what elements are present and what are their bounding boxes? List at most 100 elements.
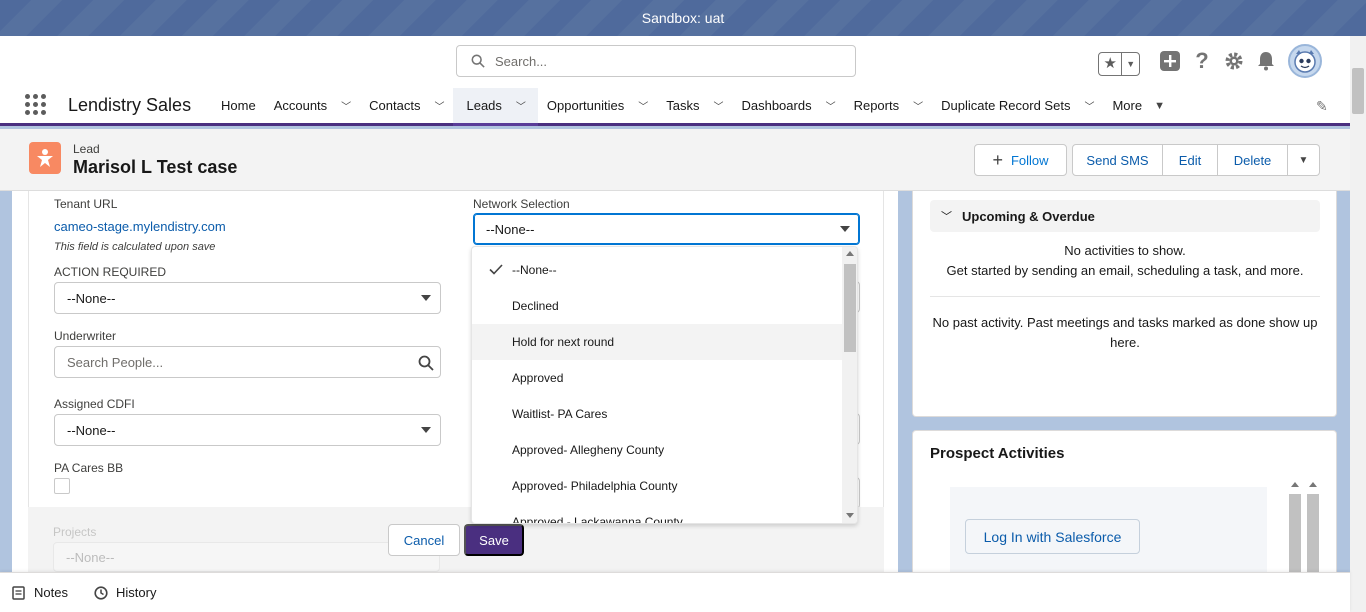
save-button[interactable]: Save — [464, 524, 524, 556]
record-actions: + Follow Send SMS Edit Delete ▼ — [974, 144, 1320, 176]
nav-item-dashboards[interactable]: Dashboards ﹀ — [732, 88, 844, 123]
chevron-down-icon[interactable]: ﹀ — [341, 98, 351, 113]
bell-icon[interactable] — [1250, 44, 1282, 78]
caret-down-icon — [421, 427, 431, 433]
underwriter-lookup[interactable] — [54, 346, 441, 378]
add-icon[interactable] — [1154, 44, 1186, 78]
follow-button[interactable]: + Follow — [974, 144, 1067, 176]
action-required-select[interactable]: --None-- — [54, 282, 441, 314]
scroll-down-icon[interactable] — [846, 513, 854, 518]
chevron-down-icon[interactable]: ﹀ — [913, 98, 923, 113]
nav-item-more[interactable]: More ▼ — [1103, 88, 1174, 123]
network-selection-select[interactable]: --None-- — [473, 213, 860, 245]
frame-scrollbar-thumb[interactable] — [1307, 494, 1319, 584]
favorites-group[interactable]: ★ ▼ — [1098, 51, 1140, 76]
cancel-button[interactable]: Cancel — [388, 524, 460, 556]
edit-button[interactable]: Edit — [1163, 144, 1218, 176]
prospect-activities-title: Prospect Activities — [930, 445, 1065, 462]
projects-select[interactable]: --None-- — [53, 542, 440, 572]
caret-down-icon[interactable]: ▼ — [1154, 100, 1165, 112]
chevron-down-icon[interactable]: ﹀ — [1084, 98, 1094, 113]
chevron-down-icon[interactable]: ﹀ — [826, 98, 836, 113]
nav-item-opportunities[interactable]: Opportunities ﹀ — [538, 88, 657, 123]
lead-icon — [29, 142, 61, 174]
nav-item-label: More — [1112, 98, 1143, 113]
utility-notes[interactable]: Notes — [12, 585, 68, 600]
network-selection-listbox[interactable]: --None-- Declined Hold for next round Ap… — [471, 246, 858, 524]
global-header: ★ ▼ ? — [0, 36, 1350, 88]
nav-item-label: Reports — [853, 98, 900, 113]
clock-icon — [94, 585, 108, 600]
dropdown-scrollbar[interactable] — [842, 247, 857, 523]
notes-icon — [12, 585, 25, 600]
more-actions-button[interactable]: ▼ — [1288, 144, 1320, 176]
help-icon[interactable]: ? — [1186, 44, 1218, 78]
dropdown-option[interactable]: --None-- — [472, 252, 842, 288]
upcoming-overdue-title: Upcoming & Overdue — [962, 208, 1095, 224]
nav-item-label: Leads — [466, 98, 502, 113]
frame-scrollbar[interactable] — [1307, 478, 1319, 584]
chevron-down-icon[interactable]: ﹀ — [434, 98, 444, 113]
nav-item-accounts[interactable]: Accounts ﹀ — [265, 88, 360, 123]
nav-item-label: Contacts — [369, 98, 421, 113]
dropdown-option[interactable]: Hold for next round — [472, 324, 842, 360]
assigned-cdfi-select[interactable]: --None-- — [54, 414, 441, 446]
nav-item-tasks[interactable]: Tasks ﹀ — [657, 88, 732, 123]
search-icon — [471, 54, 485, 68]
send-sms-button[interactable]: Send SMS — [1072, 144, 1163, 176]
search-input[interactable] — [495, 53, 835, 69]
app-name: Lendistry Sales — [68, 95, 192, 115]
dropdown-option[interactable]: Approved- Philadelphia County — [472, 468, 842, 504]
login-with-salesforce-button[interactable]: Log In with Salesforce — [965, 519, 1140, 554]
scroll-up-icon[interactable] — [846, 251, 854, 256]
dropdown-option[interactable]: Approved- Allegheny County — [472, 432, 842, 468]
chevron-down-icon[interactable]: ﹀ — [638, 98, 648, 113]
network-selection-label: Network Selection — [473, 197, 570, 211]
chevron-down-icon[interactable]: ﹀ — [713, 98, 723, 113]
chevron-down-icon[interactable]: ﹀ — [516, 98, 526, 113]
dropdown-option[interactable]: Approved — [472, 360, 842, 396]
chevron-down-icon[interactable]: ▼ — [1122, 59, 1139, 69]
nav-item-home[interactable]: Home — [212, 88, 265, 123]
dropdown-option[interactable]: Approved - Lackawanna County — [472, 504, 842, 524]
star-icon[interactable]: ★ — [1099, 52, 1123, 75]
chevron-down-icon[interactable]: ﹀ — [941, 208, 952, 224]
nav-item-leads[interactable]: Leads ﹀ — [453, 88, 539, 126]
get-started-text: Get started by sending an email, schedul… — [946, 263, 1304, 278]
activity-card: ﹀ Upcoming & Overdue No activities to sh… — [912, 191, 1337, 417]
app-launcher-icon[interactable] — [25, 94, 47, 116]
prospect-activities-card: Prospect Activities Log In with Salesfor… — [912, 430, 1337, 584]
tenant-url-link[interactable]: cameo-stage.mylendistry.com — [54, 219, 226, 234]
upcoming-overdue-section[interactable]: ﹀ Upcoming & Overdue — [930, 200, 1320, 232]
utility-history[interactable]: History — [94, 585, 156, 600]
nav-item-label: Dashboards — [741, 98, 812, 113]
edit-nav-pencil-icon[interactable]: ✎ — [1316, 98, 1328, 115]
scroll-up-icon[interactable] — [1309, 482, 1317, 487]
nav-item-reports[interactable]: Reports ﹀ — [845, 88, 933, 123]
dropdown-scrollbar-thumb[interactable] — [844, 264, 856, 352]
gear-icon[interactable] — [1218, 44, 1250, 78]
projects-label: Projects — [53, 525, 97, 539]
header-icons: ★ ▼ ? — [1098, 44, 1322, 78]
global-search[interactable] — [456, 45, 856, 77]
frame-scrollbar[interactable] — [1289, 478, 1301, 584]
assigned-cdfi-label: Assigned CDFI — [54, 397, 135, 411]
underwriter-input[interactable] — [67, 354, 407, 370]
dropdown-option[interactable]: Waitlist- PA Cares — [472, 396, 842, 432]
delete-button[interactable]: Delete — [1218, 144, 1288, 176]
caret-down-icon: ▼ — [1298, 154, 1309, 166]
history-label: History — [116, 585, 157, 600]
page-scrollbar[interactable] — [1350, 36, 1366, 612]
dropdown-option[interactable]: Declined — [472, 288, 842, 324]
pa-cares-bb-checkbox[interactable] — [54, 478, 70, 494]
nav-item-contacts[interactable]: Contacts ﹀ — [360, 88, 453, 123]
caret-down-icon — [421, 295, 431, 301]
avatar[interactable] — [1288, 44, 1322, 78]
projects-value: --None-- — [66, 549, 115, 565]
frame-scrollbar-thumb[interactable] — [1289, 494, 1301, 584]
nav-item-duplicate-record-sets[interactable]: Duplicate Record Sets ﹀ — [932, 88, 1103, 123]
option-label: Approved - Lackawanna County — [512, 515, 683, 524]
page-scrollbar-thumb[interactable] — [1352, 68, 1364, 114]
scroll-up-icon[interactable] — [1291, 482, 1299, 487]
prospect-frame: Log In with Salesforce — [950, 487, 1267, 581]
